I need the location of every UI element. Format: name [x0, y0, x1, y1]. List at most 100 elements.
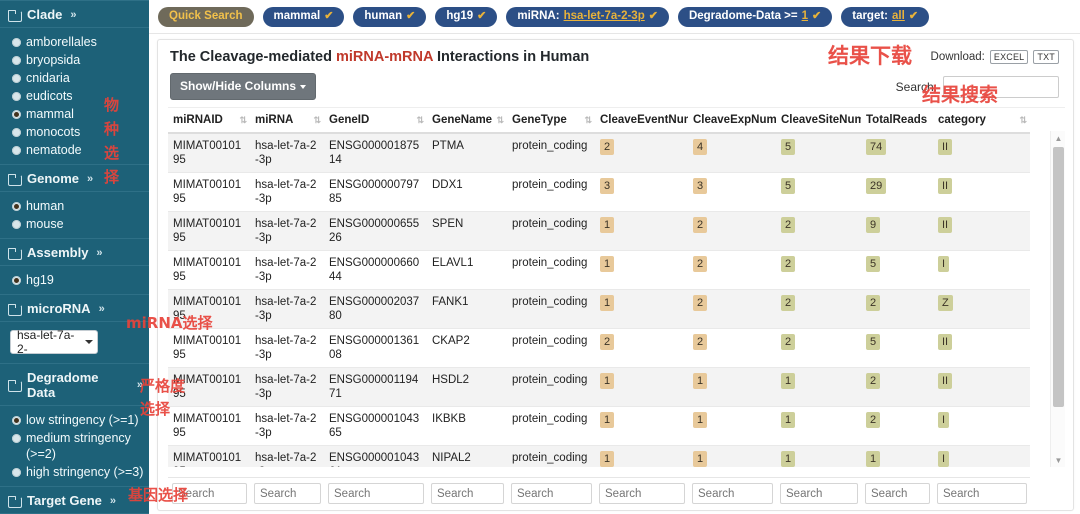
cell-mirna: hsa-let-7a-2-3p	[250, 211, 324, 251]
download-txt-button[interactable]: TXT	[1033, 50, 1059, 64]
table-row[interactable]: MIMAT0010195hsa-let-7a-2-3pENSG000001043…	[168, 445, 1030, 467]
table-row[interactable]: MIMAT0010195 hsa-let-7a-2-3p ENSG000001361…	[168, 328, 1030, 368]
col-header-genetype[interactable]: GeneType ⇅	[507, 108, 595, 134]
col-header-cleaveeventnum[interactable]: CleaveEventNum	[595, 108, 694, 134]
sidebar-group-target-gene[interactable]: Target Gene »	[0, 486, 149, 514]
sort-icon: ⇅	[313, 115, 320, 125]
column-search-input-mirnaid[interactable]	[172, 483, 247, 504]
value-badge: 1	[693, 451, 708, 467]
column-search-input-genename[interactable]	[431, 483, 504, 504]
cell-geneid[interactable]: ENSG00000119471	[324, 367, 427, 407]
cell-cleaveexpnum: 2	[688, 250, 776, 290]
sidebar-group-genome[interactable]: Genome »	[0, 164, 149, 192]
value-badge: 1	[781, 373, 796, 389]
col-header-genename[interactable]: GeneName ⇅	[427, 108, 507, 134]
scrollbar-thumb[interactable]	[1053, 147, 1064, 407]
col-header-cleavesitenum[interactable]: CleaveSiteNum	[776, 108, 865, 134]
clade-option-nematode[interactable]: nematode	[0, 141, 149, 159]
column-search-input-cleavesitenum[interactable]	[780, 483, 858, 504]
filter-pill-mirna[interactable]: miRNA: hsa-let-7a-2-3p ✔	[506, 6, 669, 27]
cell-genetype: protein_coding	[507, 367, 595, 407]
quick-search-pill[interactable]: Quick Search	[158, 6, 254, 27]
table-row[interactable]: MIMAT0010195 hsa-let-7a-2-3p ENSG000001194…	[168, 367, 1030, 407]
cell-geneid[interactable]: ENSG00000136108	[324, 328, 427, 368]
pill-label: mammal	[273, 9, 321, 22]
clade-option-mammal[interactable]: mammal	[0, 105, 149, 123]
col-header-category[interactable]: category ⇅	[933, 108, 1030, 134]
chevron-down-icon: »	[136, 379, 143, 391]
value-badge: 2	[693, 217, 708, 233]
degradome-option-low[interactable]: low stringency (>=1)	[0, 411, 149, 429]
download-excel-button[interactable]: EXCEL	[989, 50, 1029, 64]
sidebar-group-assembly[interactable]: Assembly »	[0, 238, 149, 266]
genome-option-mouse[interactable]: mouse	[0, 215, 149, 233]
pill-label: human	[364, 9, 403, 22]
col-header-totalreads[interactable]: TotalReads	[861, 108, 933, 134]
scroll-up-icon[interactable]: ▲	[1054, 134, 1063, 143]
cell-geneid[interactable]: ENSG00000079785	[324, 172, 427, 212]
table-row[interactable]: MIMAT0010195 hsa-let-7a-2-3p ENSG000001875…	[168, 133, 1030, 173]
table-row[interactable]: MIMAT0010195 hsa-let-7a-2-3p ENSG000000797…	[168, 172, 1030, 212]
degradome-option-medium[interactable]: medium stringency (>=2)	[0, 429, 149, 463]
cell-genetype: protein_coding	[507, 133, 595, 173]
sidebar-group-microrna[interactable]: microRNA »	[0, 294, 149, 322]
clade-option-bryopsida[interactable]: bryopsida	[0, 51, 149, 69]
search-input[interactable]	[943, 75, 1059, 98]
column-search-input-mirna[interactable]	[254, 483, 321, 504]
clade-option-monocots[interactable]: monocots	[0, 123, 149, 141]
sidebar-group-degradome-data[interactable]: Degradome Data »	[0, 363, 149, 406]
column-search-input-genetype[interactable]	[511, 483, 592, 504]
table-row[interactable]: MIMAT0010195hsa-let-7a-2-3pENSG000001043…	[168, 406, 1030, 446]
filter-pill-degradome-data[interactable]: Degradome-Data >= 1 ✔	[677, 6, 833, 27]
filter-pill-mammal[interactable]: mammal ✔	[262, 6, 345, 27]
assembly-option-hg19[interactable]: hg19	[0, 271, 149, 289]
value-badge: II	[938, 217, 953, 233]
cell-geneid[interactable]: ENSG00000065526	[324, 211, 427, 251]
cell-category: II	[933, 133, 1030, 173]
cell-cleaveexpnum: 1	[688, 445, 776, 467]
sidebar-group-clade[interactable]: Clade »	[0, 0, 149, 28]
show-hide-columns-button[interactable]: Show/Hide Columns	[170, 73, 317, 100]
value-badge: 2	[600, 139, 615, 155]
table-row[interactable]: MIMAT0010195 hsa-let-7a-2-3p ENSG000000660…	[168, 250, 1030, 290]
radio-icon	[12, 128, 21, 137]
cell-geneid[interactable]: ENSG00000203780	[324, 289, 427, 329]
value-badge: 1	[600, 217, 615, 233]
table-vertical-scrollbar[interactable]: ▲ ▼	[1050, 131, 1065, 467]
column-search-input-totalreads[interactable]	[865, 483, 930, 504]
radio-icon-selected	[12, 110, 21, 119]
filter-pill-human[interactable]: human ✔	[353, 6, 427, 27]
card-header: The Cleavage-mediated miRNA-mRNA Interac…	[158, 40, 1073, 71]
col-header-mirna[interactable]: miRNA ⇅	[250, 108, 324, 134]
column-search-input-category[interactable]	[937, 483, 1027, 504]
filter-pill-hg19[interactable]: hg19 ✔	[435, 6, 498, 27]
col-header-mirnaid[interactable]: miRNAID ⇅	[168, 108, 250, 134]
clade-option-cnidaria[interactable]: cnidaria	[0, 69, 149, 87]
table-row[interactable]: MIMAT0010195 hsa-let-7a-2-3p ENSG000002037…	[168, 289, 1030, 329]
table-row[interactable]: MIMAT0010195 hsa-let-7a-2-3p ENSG000000655…	[168, 211, 1030, 251]
filter-pill-target[interactable]: target: all ✔	[841, 6, 930, 27]
clade-option-amborellales[interactable]: amborellales	[0, 33, 149, 51]
scroll-down-icon[interactable]: ▼	[1054, 456, 1063, 465]
column-search-input-geneid[interactable]	[328, 483, 424, 504]
value-badge: Z	[938, 295, 953, 311]
genome-option-human[interactable]: human	[0, 197, 149, 215]
cell-cleaveeventnum: 1	[595, 289, 688, 329]
cell-mirnaid: MIMAT0010195	[168, 133, 250, 173]
clade-option-eudicots[interactable]: eudicots	[0, 87, 149, 105]
mirna-select[interactable]: hsa-let-7a-2-	[10, 328, 98, 356]
download-label: Download:	[930, 51, 985, 63]
column-search-input-cleaveeventnum[interactable]	[599, 483, 685, 504]
col-header-geneid[interactable]: GeneID ⇅	[324, 108, 427, 134]
col-header-cleaveexpnum[interactable]: CleaveExpNum	[688, 108, 777, 134]
mirna-select-value: hsa-let-7a-2-	[17, 328, 75, 356]
cell-geneid[interactable]: ENSG00000104365	[324, 406, 427, 446]
value-badge: 3	[693, 178, 708, 194]
degradome-option-high[interactable]: high stringency (>=3)	[0, 463, 149, 481]
cell-geneid[interactable]: ENSG00000187514	[324, 133, 427, 173]
cell-geneid[interactable]: ENSG00000104361	[324, 445, 427, 467]
column-search-input-cleaveexpnum[interactable]	[692, 483, 773, 504]
cell-geneid[interactable]: ENSG00000066044	[324, 250, 427, 290]
value-badge: I	[938, 412, 950, 428]
folder-icon	[8, 247, 22, 260]
